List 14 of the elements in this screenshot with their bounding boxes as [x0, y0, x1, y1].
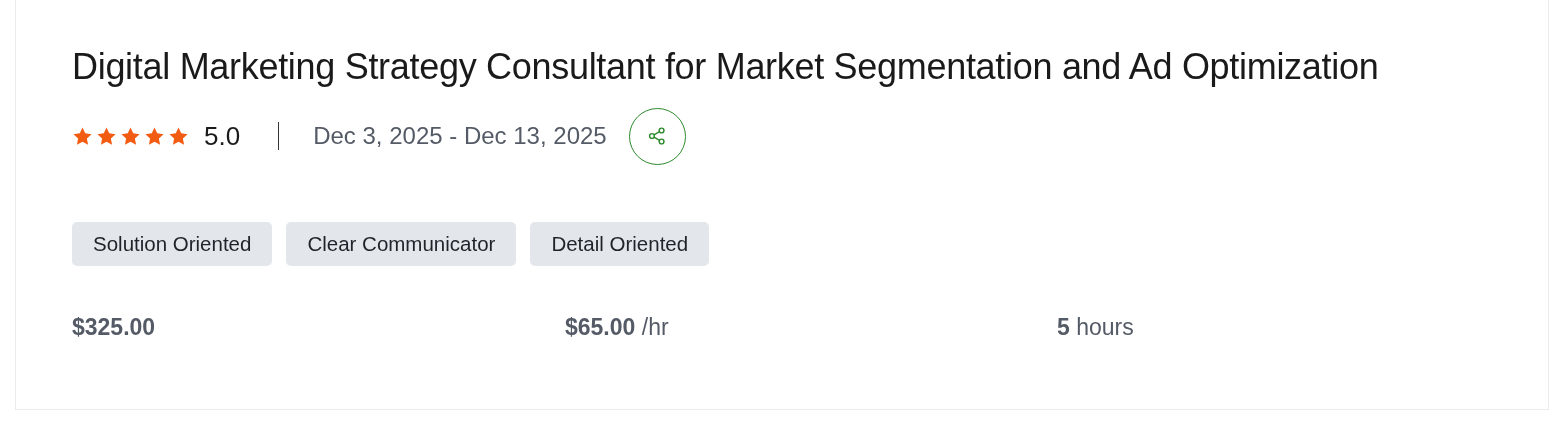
- job-title: Digital Marketing Strategy Consultant for Market Segmentation and Ad Optimization: [72, 46, 1380, 88]
- stat-value: $65.00 /hr: [565, 314, 670, 341]
- star-icon: [120, 125, 141, 147]
- stat-value: $325.00: [72, 314, 157, 341]
- skill-tag: Clear Communicator: [286, 222, 517, 266]
- skill-tag: Detail Oriented: [530, 222, 710, 266]
- rating-score: 5.0: [204, 120, 241, 152]
- star-icon: [144, 125, 165, 147]
- stat-value: 5 hours: [1057, 314, 1135, 341]
- star-icon: [72, 125, 93, 147]
- star-icon: [96, 125, 117, 147]
- date-range: Dec 3, 2025 - Dec 13, 2025: [313, 122, 607, 150]
- skill-tag: Solution Oriented: [72, 222, 273, 266]
- star-icon: [168, 125, 189, 147]
